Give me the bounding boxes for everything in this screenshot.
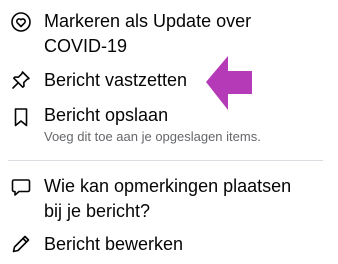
- save-post-label: Bericht opslaan: [44, 105, 169, 125]
- comment-permissions-item[interactable]: Wie kan opmerkingen plaatsen bij je beri…: [0, 173, 338, 225]
- pencil-icon: [10, 233, 32, 255]
- menu-divider: [8, 160, 323, 161]
- pin-post-item[interactable]: Bericht vastzetten: [0, 66, 338, 96]
- mark-covid-update-label-line2: COVID-19: [44, 36, 128, 56]
- covid-heart-icon: [10, 11, 32, 33]
- save-post-description: Voeg dit toe aan je opgeslagen items.: [44, 129, 261, 144]
- pin-icon: [10, 69, 32, 91]
- comment-permissions-label-line1: Wie kan opmerkingen plaatsen: [44, 176, 292, 196]
- save-post-item[interactable]: Bericht opslaan Voeg dit toe aan je opge…: [0, 102, 338, 152]
- edit-post-item[interactable]: Bericht bewerken: [0, 230, 338, 260]
- edit-post-label: Bericht bewerken: [44, 234, 184, 254]
- mark-covid-update-item[interactable]: Markeren als Update over COVID-19: [0, 8, 338, 60]
- mark-covid-update-label-line1: Markeren als Update over: [44, 11, 252, 31]
- post-options-menu: Markeren als Update over COVID-19 Berich…: [0, 0, 338, 264]
- comment-icon: [10, 176, 32, 198]
- pin-post-label: Bericht vastzetten: [44, 70, 188, 90]
- bookmark-icon: [10, 106, 32, 128]
- comment-permissions-label-line2: bij je bericht?: [44, 201, 151, 221]
- arrow-left-icon: [204, 54, 254, 114]
